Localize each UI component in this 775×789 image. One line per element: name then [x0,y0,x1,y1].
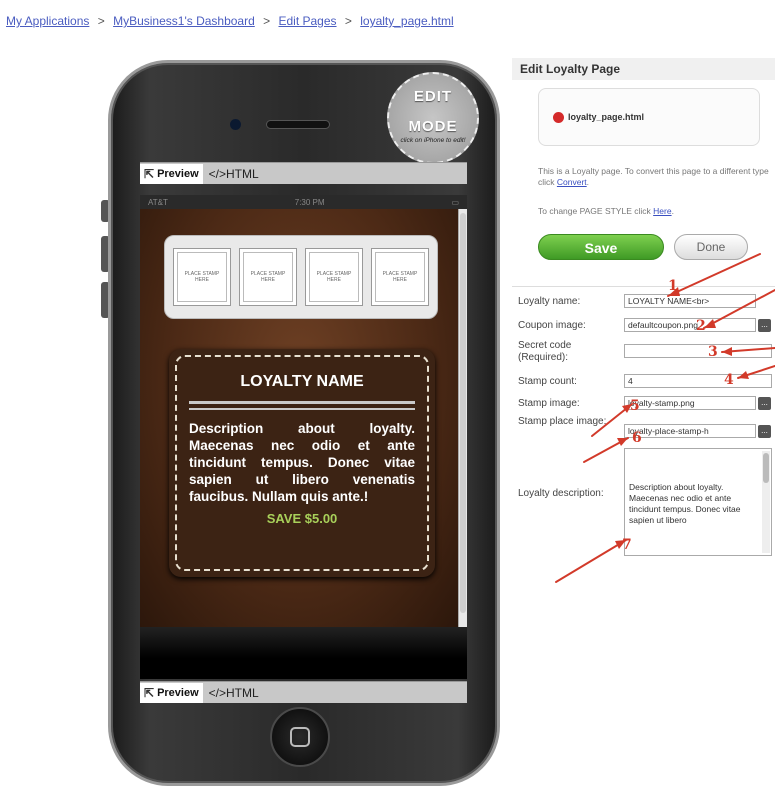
page-style-link[interactable]: Here [653,206,671,216]
tab-html[interactable]: </>HTML [203,167,259,181]
panel-title: Edit Loyalty Page [512,58,775,80]
loyalty-description-label: Loyalty description: [518,488,604,499]
edit-panel: Edit Loyalty Page loyalty_page.html This… [512,58,775,578]
stamp-image-browse-button[interactable]: ... [758,397,771,410]
loyalty-name-label: Loyalty name: [518,296,581,307]
screen-footer [140,627,467,679]
annotation-number: 5 [630,398,640,414]
loyalty-form [512,286,775,287]
breadcrumb-dashboard[interactable]: MyBusiness1's Dashboard [113,14,255,28]
edit-mode-line1: EDIT [413,88,453,105]
phone-screen[interactable]: AT&T 7:30 PM ▭ PLACE STAMP HERE PLACE ST… [140,195,467,627]
status-bar: AT&T 7:30 PM ▭ [140,195,467,209]
edit-mode-line2: MODE [408,118,458,135]
file-icon [553,111,564,123]
stamp-slot[interactable]: PLACE STAMP HERE [239,248,297,306]
breadcrumb-current-page[interactable]: loyalty_page.html [360,14,453,28]
carrier-label: AT&T [148,197,168,207]
breadcrumb-edit-pages[interactable]: Edit Pages [278,14,336,28]
stamp-place-image-label: Stamp place image: [518,416,607,427]
loyalty-description: Description about loyalty. Maecenas nec … [189,421,415,504]
leather-background: PLACE STAMP HERE PLACE STAMP HERE PLACE … [140,209,458,627]
annotation-number: 1 [668,278,678,294]
stamp-slot[interactable]: PLACE STAMP HERE [305,248,363,306]
convert-info: This is a Loyalty page. To convert this … [538,166,769,187]
divider [189,408,415,410]
page-style-text: To change PAGE STYLE click [538,206,651,216]
breadcrumb-my-applications[interactable]: My Applications [6,14,89,28]
loyalty-save-text: SAVE $5.00 [266,511,338,526]
speaker-grille [266,120,330,129]
annotation-number: 4 [724,372,734,388]
convert-link[interactable]: Convert [557,177,587,187]
annotation-number: 3 [708,344,718,360]
breadcrumb-separator: > [263,14,271,28]
loyalty-description-text: Description about loyalty. Maecenas nec … [629,482,741,525]
breadcrumb-separator: > [97,14,105,28]
loyalty-card[interactable]: LOYALTY NAME Description about loyalty. … [169,349,435,577]
stamp-place-image-input[interactable]: loyalty-place-stamp-h [624,424,756,438]
tab-html[interactable]: </>HTML [203,686,259,700]
secret-code-label: Secret code (Required): [518,340,572,363]
stamp-card[interactable]: PLACE STAMP HERE PLACE STAMP HERE PLACE … [164,235,438,319]
screen-scrollbar[interactable] [458,209,467,627]
loyalty-card-border: LOYALTY NAME Description about loyalty. … [175,355,429,571]
stamp-slot[interactable]: PLACE STAMP HERE [371,248,429,306]
coupon-image-browse-button[interactable]: ... [758,319,771,332]
edit-mode-hint: click on iPhone to edit! [400,137,466,144]
stamp-slot[interactable]: PLACE STAMP HERE [173,248,231,306]
stamp-place-image-browse-button[interactable]: ... [758,425,771,438]
file-name: loyalty_page.html [568,112,645,122]
tab-preview[interactable]: ⇱ Preview [140,163,203,184]
battery-icon: ▭ [451,197,459,207]
done-button[interactable]: Done [674,234,748,260]
home-square-icon [290,727,310,747]
file-box: loyalty_page.html [538,88,760,146]
stamp-count-input[interactable]: 4 [624,374,772,388]
textarea-scroll-thumb[interactable] [763,453,769,483]
cursor-icon: ⇱ [144,685,155,700]
annotation-number: 6 [632,430,642,446]
breadcrumb: My Applications > MyBusiness1's Dashboar… [6,14,454,28]
stamp-count-label: Stamp count: [518,376,577,387]
edit-mode-badge: EDIT MODE click on iPhone to edit! [387,72,479,164]
camera-icon [230,119,241,130]
annotation-number: 2 [696,318,706,334]
scrollbar-thumb[interactable] [460,213,466,613]
top-view-tabs: ⇱ Preview </>HTML [140,162,467,184]
stamp-image-label: Stamp image: [518,398,580,409]
textarea-scrollbar[interactable] [762,451,770,553]
divider [189,401,415,404]
secret-code-input[interactable] [624,344,772,358]
tab-preview[interactable]: ⇱ Preview [140,682,203,703]
breadcrumb-separator: > [344,14,352,28]
annotation-number: 7 [622,537,632,553]
loyalty-name-input[interactable]: LOYALTY NAME<br> [624,294,756,308]
tab-preview-label: Preview [157,686,199,699]
bottom-view-tabs: ⇱ Preview </>HTML [140,681,467,703]
clock-label: 7:30 PM [294,197,325,207]
loyalty-name: LOYALTY NAME [240,373,364,390]
home-button[interactable] [270,707,330,767]
save-button[interactable]: Save [538,234,664,260]
stamp-image-input[interactable]: loyalty-stamp.png [624,396,756,410]
coupon-image-input[interactable]: defaultcoupon.png [624,318,756,332]
loyalty-description-textarea[interactable]: Description about loyalty. Maecenas nec … [624,448,772,556]
cursor-icon: ⇱ [144,166,155,181]
coupon-image-label: Coupon image: [518,320,586,331]
page-style-info: To change PAGE STYLE click Here. [538,206,674,216]
tab-preview-label: Preview [157,167,199,180]
